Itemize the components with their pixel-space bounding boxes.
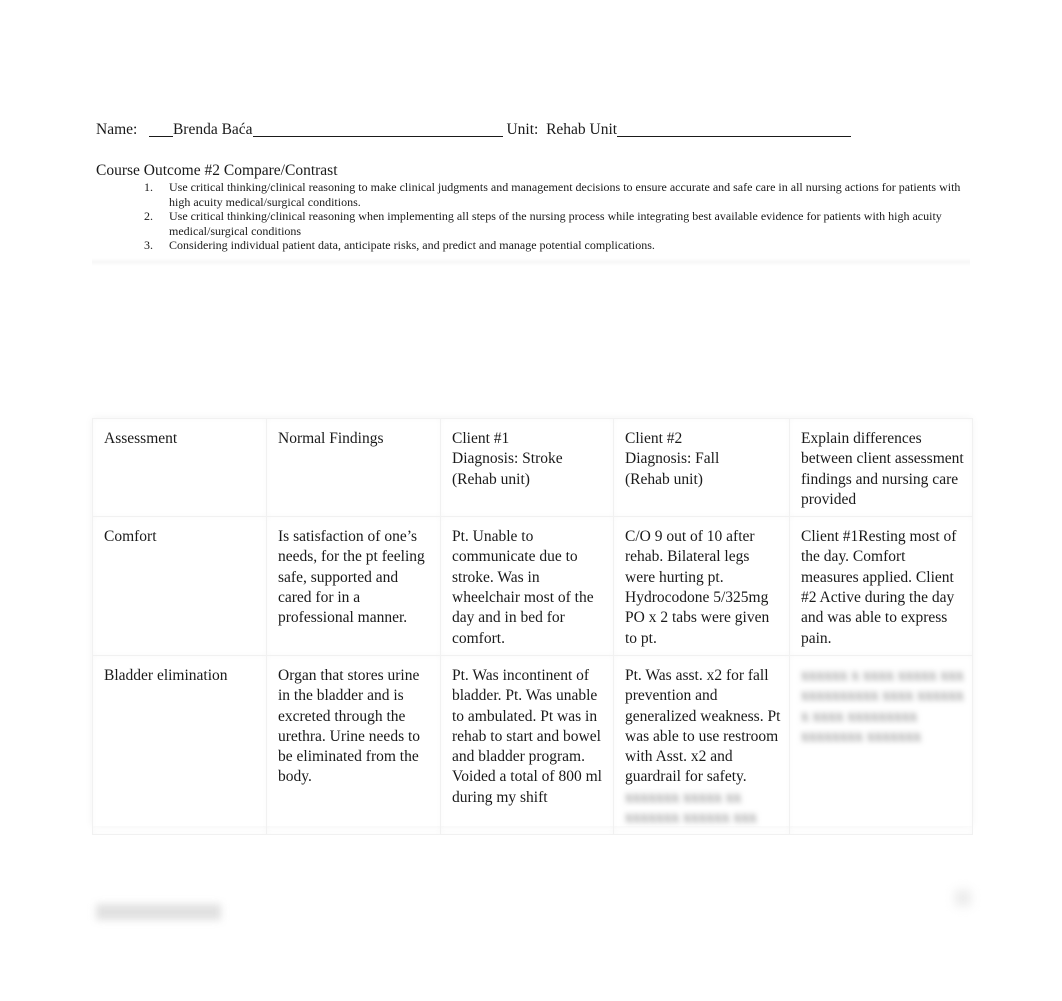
blurred-text: xxxxxx x xxxx xxxxx xxx xxxxxxxxxx xxxx … xyxy=(801,666,964,745)
header-text: Normal Findings xyxy=(278,430,384,447)
table-header-row: Assessment Normal Findings Client #1 Dia… xyxy=(92,417,973,518)
cell-assessment: Bladder elimination xyxy=(92,654,267,836)
outcome-item: 3. Considering individual patient data, … xyxy=(96,238,976,253)
section-divider xyxy=(92,258,970,266)
footer-blurred-label xyxy=(96,904,221,920)
header-text: Client #2 xyxy=(625,430,683,447)
header-diagnosis: Diagnosis: Stroke xyxy=(452,450,563,468)
compare-contrast-table-container: Assessment Normal Findings Client #1 Dia… xyxy=(92,417,973,836)
unit-underline xyxy=(617,122,852,137)
header-text: Client #1 xyxy=(452,430,510,447)
unit-label: Unit: xyxy=(506,121,539,138)
header-assessment: Assessment xyxy=(92,417,267,518)
cell-normal-findings: Is satisfaction of one’s needs, for the … xyxy=(266,516,441,656)
cell-client-1: Pt. Was incontinent of bladder. Pt. Was … xyxy=(440,654,614,836)
cell-assessment: Comfort xyxy=(92,516,267,656)
cell-normal-findings: Organ that stores urine in the bladder a… xyxy=(266,654,441,836)
outcome-text: Use critical thinking/clinical reasoning… xyxy=(169,209,942,238)
header-text: Explain differences between client asses… xyxy=(801,430,964,508)
outcome-number: 3. xyxy=(144,238,153,252)
unit-value: Rehab Unit xyxy=(546,121,618,138)
cell-client-2: Pt. Was asst. x2 for fall prevention and… xyxy=(613,654,790,836)
table-row: Comfort Is satisfaction of one’s needs, … xyxy=(92,516,973,656)
name-underline-prefix xyxy=(148,122,173,137)
name-unit-line: Name: Brenda Baća Unit: Rehab Unit xyxy=(96,121,852,139)
header-unit: (Rehab unit) xyxy=(625,470,703,488)
header-normal-findings: Normal Findings xyxy=(266,417,441,518)
compare-contrast-table: Assessment Normal Findings Client #1 Dia… xyxy=(92,417,973,836)
header-explain-differences: Explain differences between client asses… xyxy=(789,417,973,518)
outcome-text: Considering individual patient data, ant… xyxy=(169,238,655,252)
course-outcome-title: Course Outcome #2 Compare/Contrast xyxy=(96,162,338,179)
header-unit: (Rehab unit) xyxy=(452,470,530,488)
table-row: Bladder elimination Organ that stores ur… xyxy=(92,654,973,836)
cell-client-2: C/O 9 out of 10 after rehab. Bilateral l… xyxy=(613,516,790,656)
outcome-item: 1. Use critical thinking/clinical reason… xyxy=(96,180,976,209)
course-outcome-list: 1. Use critical thinking/clinical reason… xyxy=(96,180,976,253)
header-client-1: Client #1 Diagnosis: Stroke (Rehab unit) xyxy=(440,417,614,518)
outcome-text: Use critical thinking/clinical reasoning… xyxy=(169,180,961,209)
page-number-blurred xyxy=(955,890,971,906)
name-underline xyxy=(252,122,503,137)
header-client-2: Client #2 Diagnosis: Fall (Rehab unit) xyxy=(613,417,790,518)
header-text: Assessment xyxy=(104,430,178,447)
client-2-text: Pt. Was asst. x2 for fall prevention and… xyxy=(625,666,781,786)
outcome-number: 1. xyxy=(144,180,153,194)
outcome-number: 2. xyxy=(144,209,153,223)
cell-explain: xxxxxx x xxxx xxxxx xxx xxxxxxxxxx xxxx … xyxy=(789,654,973,836)
header-diagnosis: Diagnosis: Fall xyxy=(625,450,720,468)
cell-client-1: Pt. Unable to communicate due to stroke.… xyxy=(440,516,614,656)
blurred-text: xxxxxxx xxxxx xx xxxxxxx xxxxxx xxx xyxy=(625,788,757,827)
cell-explain: Client #1Resting most of the day. Comfor… xyxy=(789,516,973,656)
outcome-item: 2. Use critical thinking/clinical reason… xyxy=(96,209,976,238)
name-label: Name: xyxy=(96,121,138,138)
student-name: Brenda Baća xyxy=(172,121,253,138)
